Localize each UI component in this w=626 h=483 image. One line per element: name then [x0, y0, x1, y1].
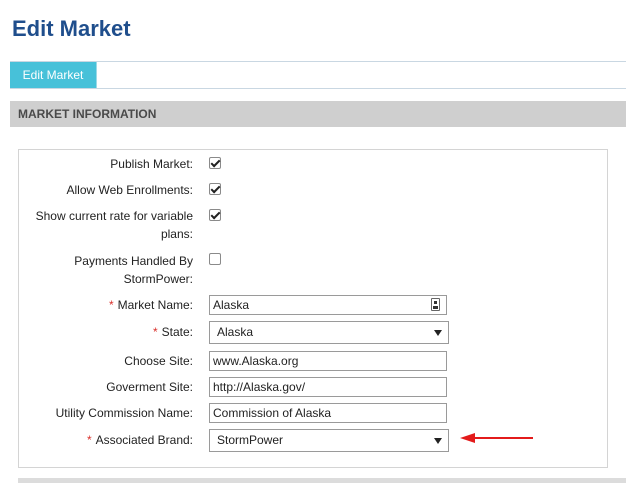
- utility-commission-name-label: Utility Commission Name:: [55, 406, 193, 420]
- state-select[interactable]: Alaska: [209, 321, 449, 344]
- required-marker: *: [152, 325, 158, 339]
- page-title: Edit Market: [12, 16, 131, 41]
- show-current-rate-label-line2: plans:: [160, 227, 193, 241]
- show-current-rate-checkbox[interactable]: [209, 209, 221, 221]
- payments-handled-checkbox[interactable]: [209, 253, 221, 265]
- allow-web-enrollments-checkbox[interactable]: [209, 183, 221, 195]
- publish-market-label: Publish Market:: [110, 157, 193, 171]
- allow-web-enrollments-label: Allow Web Enrollments:: [66, 183, 194, 197]
- choose-site-label: Choose Site:: [124, 354, 193, 368]
- state-selected-value: Alaska: [217, 325, 254, 339]
- government-site-input[interactable]: http://Alaska.gov/: [209, 377, 447, 397]
- show-current-rate-label-line1: Show current rate for variable: [35, 209, 193, 223]
- market-name-label: * Market Name:: [109, 296, 193, 314]
- chevron-down-icon: [434, 330, 442, 336]
- associated-brand-selected-value: StormPower: [217, 433, 284, 447]
- show-current-rate-label: Show current rate for variable plans:: [36, 207, 193, 243]
- associated-brand-label-text: Associated Brand:: [95, 433, 193, 447]
- payments-handled-label-line1: Payments Handled By: [74, 254, 193, 268]
- annotation-arrow-shaft: [474, 437, 533, 439]
- section-header-market-information: MARKET INFORMATION: [10, 101, 626, 127]
- market-name-value: Alaska: [213, 298, 250, 312]
- associated-brand-select[interactable]: StormPower: [209, 429, 449, 452]
- contact-card-icon[interactable]: [431, 298, 440, 311]
- utility-commission-name-input[interactable]: Commission of Alaska: [209, 403, 447, 423]
- tab-bar: Edit Market: [10, 61, 626, 89]
- utility-commission-name-value: Commission of Alaska: [213, 406, 332, 420]
- state-label-text: State:: [161, 325, 193, 339]
- market-name-input[interactable]: Alaska: [209, 295, 447, 315]
- choose-site-input[interactable]: www.Alaska.org: [209, 351, 447, 371]
- associated-brand-label: * Associated Brand:: [87, 431, 193, 449]
- state-label: * State:: [153, 323, 193, 341]
- payments-handled-label: Payments Handled By StormPower:: [74, 252, 193, 288]
- required-marker: *: [108, 298, 114, 312]
- government-site-label: Goverment Site:: [106, 380, 193, 394]
- annotation-arrow-head-icon: [460, 433, 475, 443]
- publish-market-checkbox[interactable]: [209, 157, 221, 169]
- government-site-value: http://Alaska.gov/: [213, 380, 306, 394]
- tab-edit-market[interactable]: Edit Market: [10, 62, 97, 88]
- market-name-label-text: Market Name:: [117, 298, 193, 312]
- payments-handled-label-line2: StormPower:: [123, 272, 193, 286]
- next-section-header: [18, 478, 626, 483]
- choose-site-value: www.Alaska.org: [213, 354, 299, 368]
- chevron-down-icon: [434, 438, 442, 444]
- required-marker: *: [86, 433, 92, 447]
